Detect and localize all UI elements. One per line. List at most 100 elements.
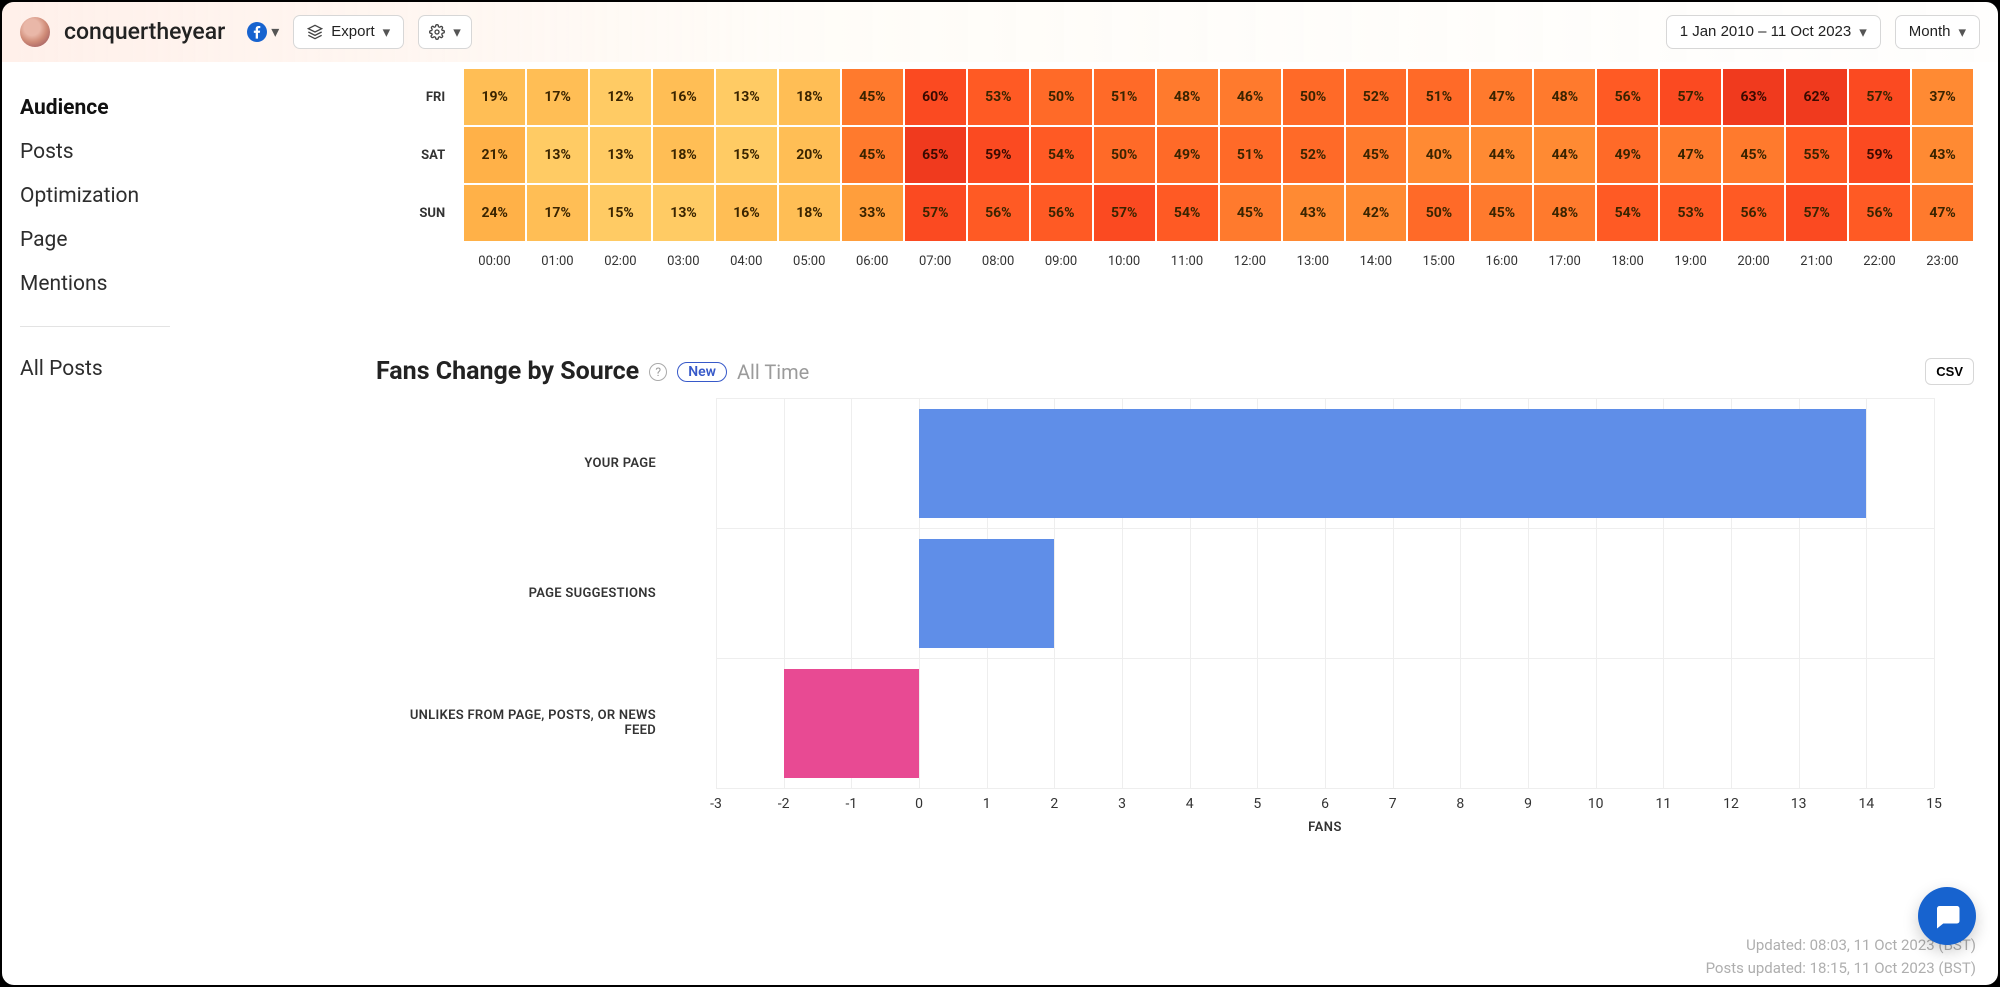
heatmap-cell[interactable]: 16% bbox=[715, 184, 778, 242]
help-icon[interactable]: ? bbox=[649, 363, 667, 381]
heatmap-cell[interactable]: 51% bbox=[1219, 126, 1282, 184]
heatmap-cell[interactable]: 57% bbox=[1093, 184, 1156, 242]
heatmap-hour-label: 08:00 bbox=[967, 242, 1030, 269]
heatmap-cell[interactable]: 51% bbox=[1093, 68, 1156, 126]
granularity-button[interactable]: Month ▾ bbox=[1895, 15, 1980, 49]
heatmap-cell[interactable]: 52% bbox=[1345, 68, 1408, 126]
heatmap-cell[interactable]: 20% bbox=[778, 126, 841, 184]
heatmap-cell[interactable]: 18% bbox=[652, 126, 715, 184]
heatmap-cell[interactable]: 56% bbox=[1596, 68, 1659, 126]
heatmap-cell[interactable]: 63% bbox=[1722, 68, 1785, 126]
heatmap-cell[interactable]: 54% bbox=[1156, 184, 1219, 242]
heatmap-cell[interactable]: 21% bbox=[463, 126, 526, 184]
heatmap-cell[interactable]: 48% bbox=[1156, 68, 1219, 126]
bar[interactable] bbox=[784, 669, 919, 778]
heatmap-cell[interactable]: 47% bbox=[1911, 184, 1974, 242]
heatmap-cell[interactable]: 17% bbox=[526, 68, 589, 126]
heatmap-cell[interactable]: 37% bbox=[1911, 68, 1974, 126]
heatmap-cell[interactable]: 13% bbox=[526, 126, 589, 184]
heatmap-cell[interactable]: 44% bbox=[1533, 126, 1596, 184]
heatmap-cell[interactable]: 45% bbox=[1219, 184, 1282, 242]
new-badge: New bbox=[677, 362, 727, 382]
sidebar-item-mentions[interactable]: Mentions bbox=[20, 262, 334, 306]
heatmap-cell[interactable]: 55% bbox=[1785, 126, 1848, 184]
heatmap-cell[interactable]: 45% bbox=[841, 126, 904, 184]
bar[interactable] bbox=[919, 409, 1866, 518]
heatmap-cell[interactable]: 50% bbox=[1282, 68, 1345, 126]
heatmap-cell[interactable]: 45% bbox=[1722, 126, 1785, 184]
heatmap-cell[interactable]: 54% bbox=[1596, 184, 1659, 242]
sidebar-item-all-posts[interactable]: All Posts bbox=[20, 347, 334, 391]
heatmap-cell[interactable]: 19% bbox=[463, 68, 526, 126]
x-tick: 3 bbox=[1118, 796, 1126, 812]
heatmap-cell[interactable]: 33% bbox=[841, 184, 904, 242]
heatmap-cell[interactable]: 50% bbox=[1093, 126, 1156, 184]
heatmap-cell[interactable]: 51% bbox=[1407, 68, 1470, 126]
heatmap-cell[interactable]: 46% bbox=[1219, 68, 1282, 126]
x-tick: 0 bbox=[915, 796, 923, 812]
heatmap-cell[interactable]: 42% bbox=[1345, 184, 1408, 242]
heatmap-cell[interactable]: 50% bbox=[1407, 184, 1470, 242]
heatmap-cell[interactable]: 45% bbox=[1470, 184, 1533, 242]
heatmap-cell[interactable]: 53% bbox=[1659, 184, 1722, 242]
heatmap-cell[interactable]: 57% bbox=[1785, 184, 1848, 242]
heatmap-cell[interactable]: 48% bbox=[1533, 184, 1596, 242]
heatmap-cell[interactable]: 62% bbox=[1785, 68, 1848, 126]
heatmap-cell[interactable]: 43% bbox=[1911, 126, 1974, 184]
heatmap-cell[interactable]: 56% bbox=[1848, 184, 1911, 242]
heatmap-cell[interactable]: 60% bbox=[904, 68, 967, 126]
heatmap-cell[interactable]: 17% bbox=[526, 184, 589, 242]
heatmap-cell[interactable]: 45% bbox=[1345, 126, 1408, 184]
heatmap-hour-label: 22:00 bbox=[1848, 242, 1911, 269]
heatmap-cell[interactable]: 18% bbox=[778, 68, 841, 126]
x-tick: 8 bbox=[1456, 796, 1464, 812]
posts-updated-text: Posts updated: 18:15, 11 Oct 2023 (BST) bbox=[1706, 957, 1976, 980]
heatmap-cell[interactable]: 57% bbox=[1848, 68, 1911, 126]
heatmap-hour-label: 20:00 bbox=[1722, 242, 1785, 269]
heatmap-cell[interactable]: 15% bbox=[715, 126, 778, 184]
heatmap-cell[interactable]: 52% bbox=[1282, 126, 1345, 184]
heatmap-cell[interactable]: 50% bbox=[1030, 68, 1093, 126]
heatmap-cell[interactable]: 16% bbox=[652, 68, 715, 126]
heatmap-cell[interactable]: 49% bbox=[1596, 126, 1659, 184]
csv-button[interactable]: CSV bbox=[1925, 358, 1974, 385]
heatmap-cell[interactable]: 13% bbox=[652, 184, 715, 242]
heatmap-cell[interactable]: 49% bbox=[1156, 126, 1219, 184]
heatmap-cell[interactable]: 13% bbox=[589, 126, 652, 184]
export-button[interactable]: Export ▾ bbox=[293, 15, 404, 49]
sidebar-item-page[interactable]: Page bbox=[20, 218, 334, 262]
sidebar-item-optimization[interactable]: Optimization bbox=[20, 174, 334, 218]
x-tick: 12 bbox=[1723, 796, 1739, 812]
heatmap-cell[interactable]: 53% bbox=[967, 68, 1030, 126]
x-tick: 9 bbox=[1524, 796, 1532, 812]
heatmap-cell[interactable]: 15% bbox=[589, 184, 652, 242]
heatmap-cell[interactable]: 57% bbox=[1659, 68, 1722, 126]
chat-button[interactable] bbox=[1918, 887, 1976, 945]
heatmap-cell[interactable]: 56% bbox=[967, 184, 1030, 242]
heatmap-cell[interactable]: 45% bbox=[841, 68, 904, 126]
date-range-button[interactable]: 1 Jan 2010 – 11 Oct 2023 ▾ bbox=[1666, 15, 1881, 49]
heatmap-cell[interactable]: 24% bbox=[463, 184, 526, 242]
settings-button[interactable]: ▾ bbox=[418, 15, 472, 49]
heatmap-cell[interactable]: 54% bbox=[1030, 126, 1093, 184]
heatmap-cell[interactable]: 12% bbox=[589, 68, 652, 126]
sidebar-item-audience[interactable]: Audience bbox=[20, 86, 334, 130]
heatmap-cell[interactable]: 47% bbox=[1470, 68, 1533, 126]
bar[interactable] bbox=[919, 539, 1054, 648]
heatmap-cell[interactable]: 56% bbox=[1030, 184, 1093, 242]
heatmap-cell[interactable]: 48% bbox=[1533, 68, 1596, 126]
heatmap-cell[interactable]: 40% bbox=[1407, 126, 1470, 184]
heatmap-cell[interactable]: 44% bbox=[1470, 126, 1533, 184]
heatmap-cell[interactable]: 43% bbox=[1282, 184, 1345, 242]
heatmap-cell[interactable]: 65% bbox=[904, 126, 967, 184]
heatmap-cell[interactable]: 57% bbox=[904, 184, 967, 242]
avatar[interactable] bbox=[20, 17, 50, 47]
heatmap-cell[interactable]: 13% bbox=[715, 68, 778, 126]
platform-select[interactable]: ▾ bbox=[247, 22, 279, 42]
heatmap-cell[interactable]: 18% bbox=[778, 184, 841, 242]
heatmap-cell[interactable]: 47% bbox=[1659, 126, 1722, 184]
heatmap-cell[interactable]: 56% bbox=[1722, 184, 1785, 242]
heatmap-cell[interactable]: 59% bbox=[1848, 126, 1911, 184]
sidebar-item-posts[interactable]: Posts bbox=[20, 130, 334, 174]
heatmap-cell[interactable]: 59% bbox=[967, 126, 1030, 184]
